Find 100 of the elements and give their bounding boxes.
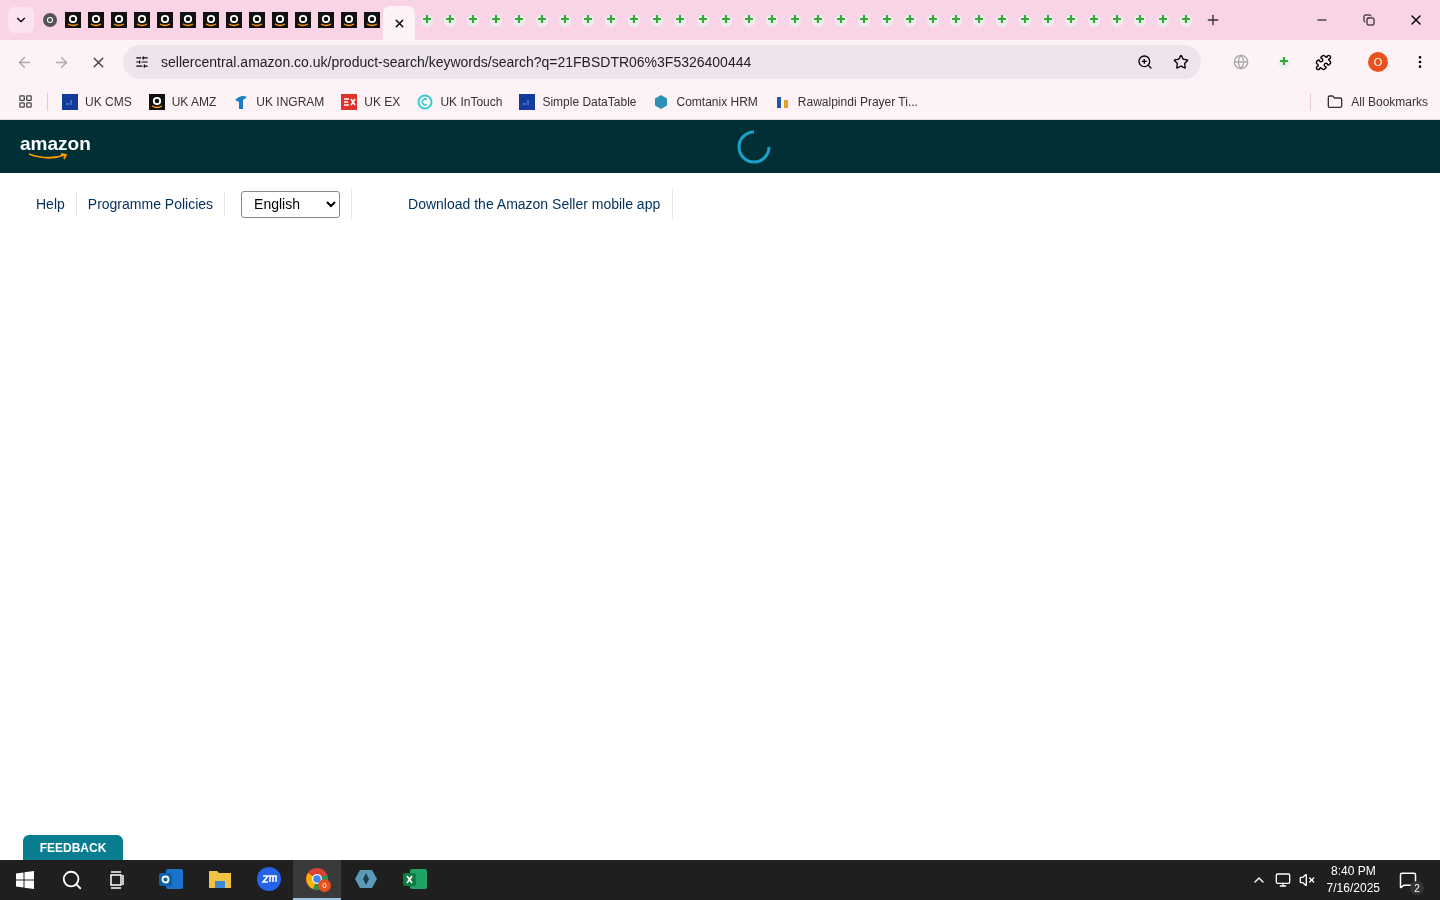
tab-search-button[interactable] [8, 7, 34, 33]
taskbar-app[interactable]: 0 [293, 860, 341, 900]
plus-favicon-icon [465, 13, 480, 27]
bookmark-link[interactable]: Simple DataTable [519, 92, 637, 111]
plus-favicon-icon [879, 13, 894, 27]
plus-favicon-icon [1040, 13, 1055, 27]
mail-app-icon [157, 867, 184, 891]
amazon-favicon-icon [225, 12, 242, 28]
app-badge: 0 [318, 879, 331, 892]
all-bookmarks-button[interactable]: All Bookmarks [1327, 92, 1428, 111]
amazon-favicon-icon [133, 12, 150, 28]
folder-icon [1327, 93, 1344, 110]
plus-favicon-icon [971, 13, 986, 27]
bookmark-link[interactable]: UK InTouch [417, 92, 503, 111]
amazon-favicon-icon [87, 12, 104, 28]
zoom-icon[interactable] [1137, 54, 1153, 70]
bookmark-label: UK INGRAM [256, 93, 325, 111]
plus-favicon-icon [833, 13, 848, 27]
diamond-app-icon [353, 867, 378, 891]
plus-favicon-icon [442, 13, 457, 27]
plus-favicon-icon [1086, 13, 1101, 27]
hexagon-logo-icon [653, 93, 670, 110]
clock-date[interactable]: 7/16/2025 [1326, 880, 1380, 897]
site-settings-icon [135, 55, 149, 69]
plus-favicon-icon [672, 13, 687, 27]
muted-speaker-icon[interactable] [1298, 872, 1315, 888]
plus-favicon-icon [580, 13, 595, 27]
bookmark-link[interactable]: UK INGRAM [233, 92, 325, 111]
plus-favicon-icon [626, 13, 641, 27]
bookmark-link[interactable]: UK AMZ [148, 92, 217, 111]
amazon-logo[interactable]: amazon [20, 133, 91, 160]
amazon-favicon-icon [64, 12, 81, 28]
amazon-favicon-icon [148, 93, 165, 110]
task-view-icon[interactable] [109, 871, 127, 889]
chrome-logo-icon [41, 12, 58, 28]
bookmark-label: UK InTouch [440, 93, 503, 111]
plus-favicon-icon [488, 13, 503, 27]
bookmark-label: UK CMS [85, 93, 132, 111]
plus-favicon-icon [810, 13, 825, 27]
mobile-app-link[interactable]: Download the Amazon Seller mobile app [407, 193, 662, 215]
circle-logo-icon [417, 93, 434, 110]
language-select[interactable]: English [241, 190, 341, 218]
plus-favicon-icon [1155, 13, 1170, 27]
amazon-favicon-icon [271, 12, 288, 28]
bookmark-label: Comtanix HRM [676, 93, 758, 111]
network-icon[interactable] [1274, 872, 1291, 888]
extensions-icon[interactable] [1315, 53, 1332, 71]
amazon-favicon-icon [156, 12, 173, 28]
plus-favicon-icon [856, 13, 871, 27]
plus-favicon-icon [902, 13, 917, 27]
plus-favicon-icon [511, 13, 526, 27]
plus-favicon-icon [695, 13, 710, 27]
notification-count: 2 [1410, 881, 1424, 895]
search-icon[interactable] [61, 869, 83, 891]
plus-favicon-icon [534, 13, 549, 27]
plus-favicon-icon [603, 13, 618, 27]
bookmark-label: UK EX [364, 93, 401, 111]
bookmark-link[interactable]: Comtanix HRM [653, 92, 758, 111]
plus-favicon-icon [764, 13, 779, 27]
spreadsheet-app-icon [401, 867, 428, 891]
plus-favicon-icon [1277, 55, 1291, 69]
globe-icon[interactable] [1233, 54, 1249, 70]
amazon-favicon-icon [179, 12, 196, 28]
amazon-favicon-icon [202, 12, 219, 28]
plus-favicon-icon [925, 13, 940, 27]
plus-favicon-icon [1063, 13, 1078, 27]
bookmark-link[interactable]: UK CMS [62, 92, 132, 111]
video-app-icon [255, 866, 282, 892]
apps-grid-icon[interactable] [18, 94, 33, 109]
plus-favicon-icon [557, 13, 572, 27]
bookmark-link[interactable]: UK EX [341, 92, 401, 111]
nav-link[interactable]: Programme Policies [77, 193, 224, 215]
plus-favicon-icon [1017, 13, 1032, 27]
bookmark-label: Simple DataTable [542, 93, 637, 111]
nav-link[interactable]: Help [26, 193, 75, 215]
plus-favicon-icon [1109, 13, 1124, 27]
restore-icon[interactable] [1363, 14, 1375, 26]
feedback-button[interactable]: FEEDBACK [23, 835, 123, 860]
new-tab-icon[interactable] [1205, 12, 1221, 28]
plus-favicon-icon [419, 13, 434, 27]
plus-favicon-icon [649, 13, 664, 27]
amazon-favicon-icon [317, 12, 334, 28]
clock-time[interactable]: 8:40 PM [1330, 863, 1376, 880]
amazon-favicon-icon [294, 12, 311, 28]
folder-app-icon [207, 868, 232, 890]
profile-avatar[interactable]: O [1368, 52, 1388, 72]
plus-favicon-icon [1178, 13, 1193, 27]
df-logo-icon [62, 93, 78, 110]
plus-favicon-icon [948, 13, 963, 27]
logo-text: amazon [20, 133, 91, 153]
windows-start-icon[interactable] [16, 871, 34, 889]
smile-arrow-icon [28, 152, 68, 160]
df-logo-icon [519, 93, 536, 110]
bookmark-link[interactable]: Rawalpindi Prayer Ti... [774, 92, 918, 111]
bookmark-star-icon[interactable] [1173, 54, 1189, 70]
plus-favicon-icon [741, 13, 756, 27]
address-bar[interactable]: sellercentral.amazon.co.uk/product-search/keywords/search?q=21FBSDTR06%3F5326400444 [123, 45, 1201, 79]
plus-favicon-icon [787, 13, 802, 27]
url-text: sellercentral.amazon.co.uk/product-search/keywords/search?q=21FBSDTR06%3F5326400444 [161, 52, 753, 72]
plus-favicon-icon [994, 13, 1009, 27]
